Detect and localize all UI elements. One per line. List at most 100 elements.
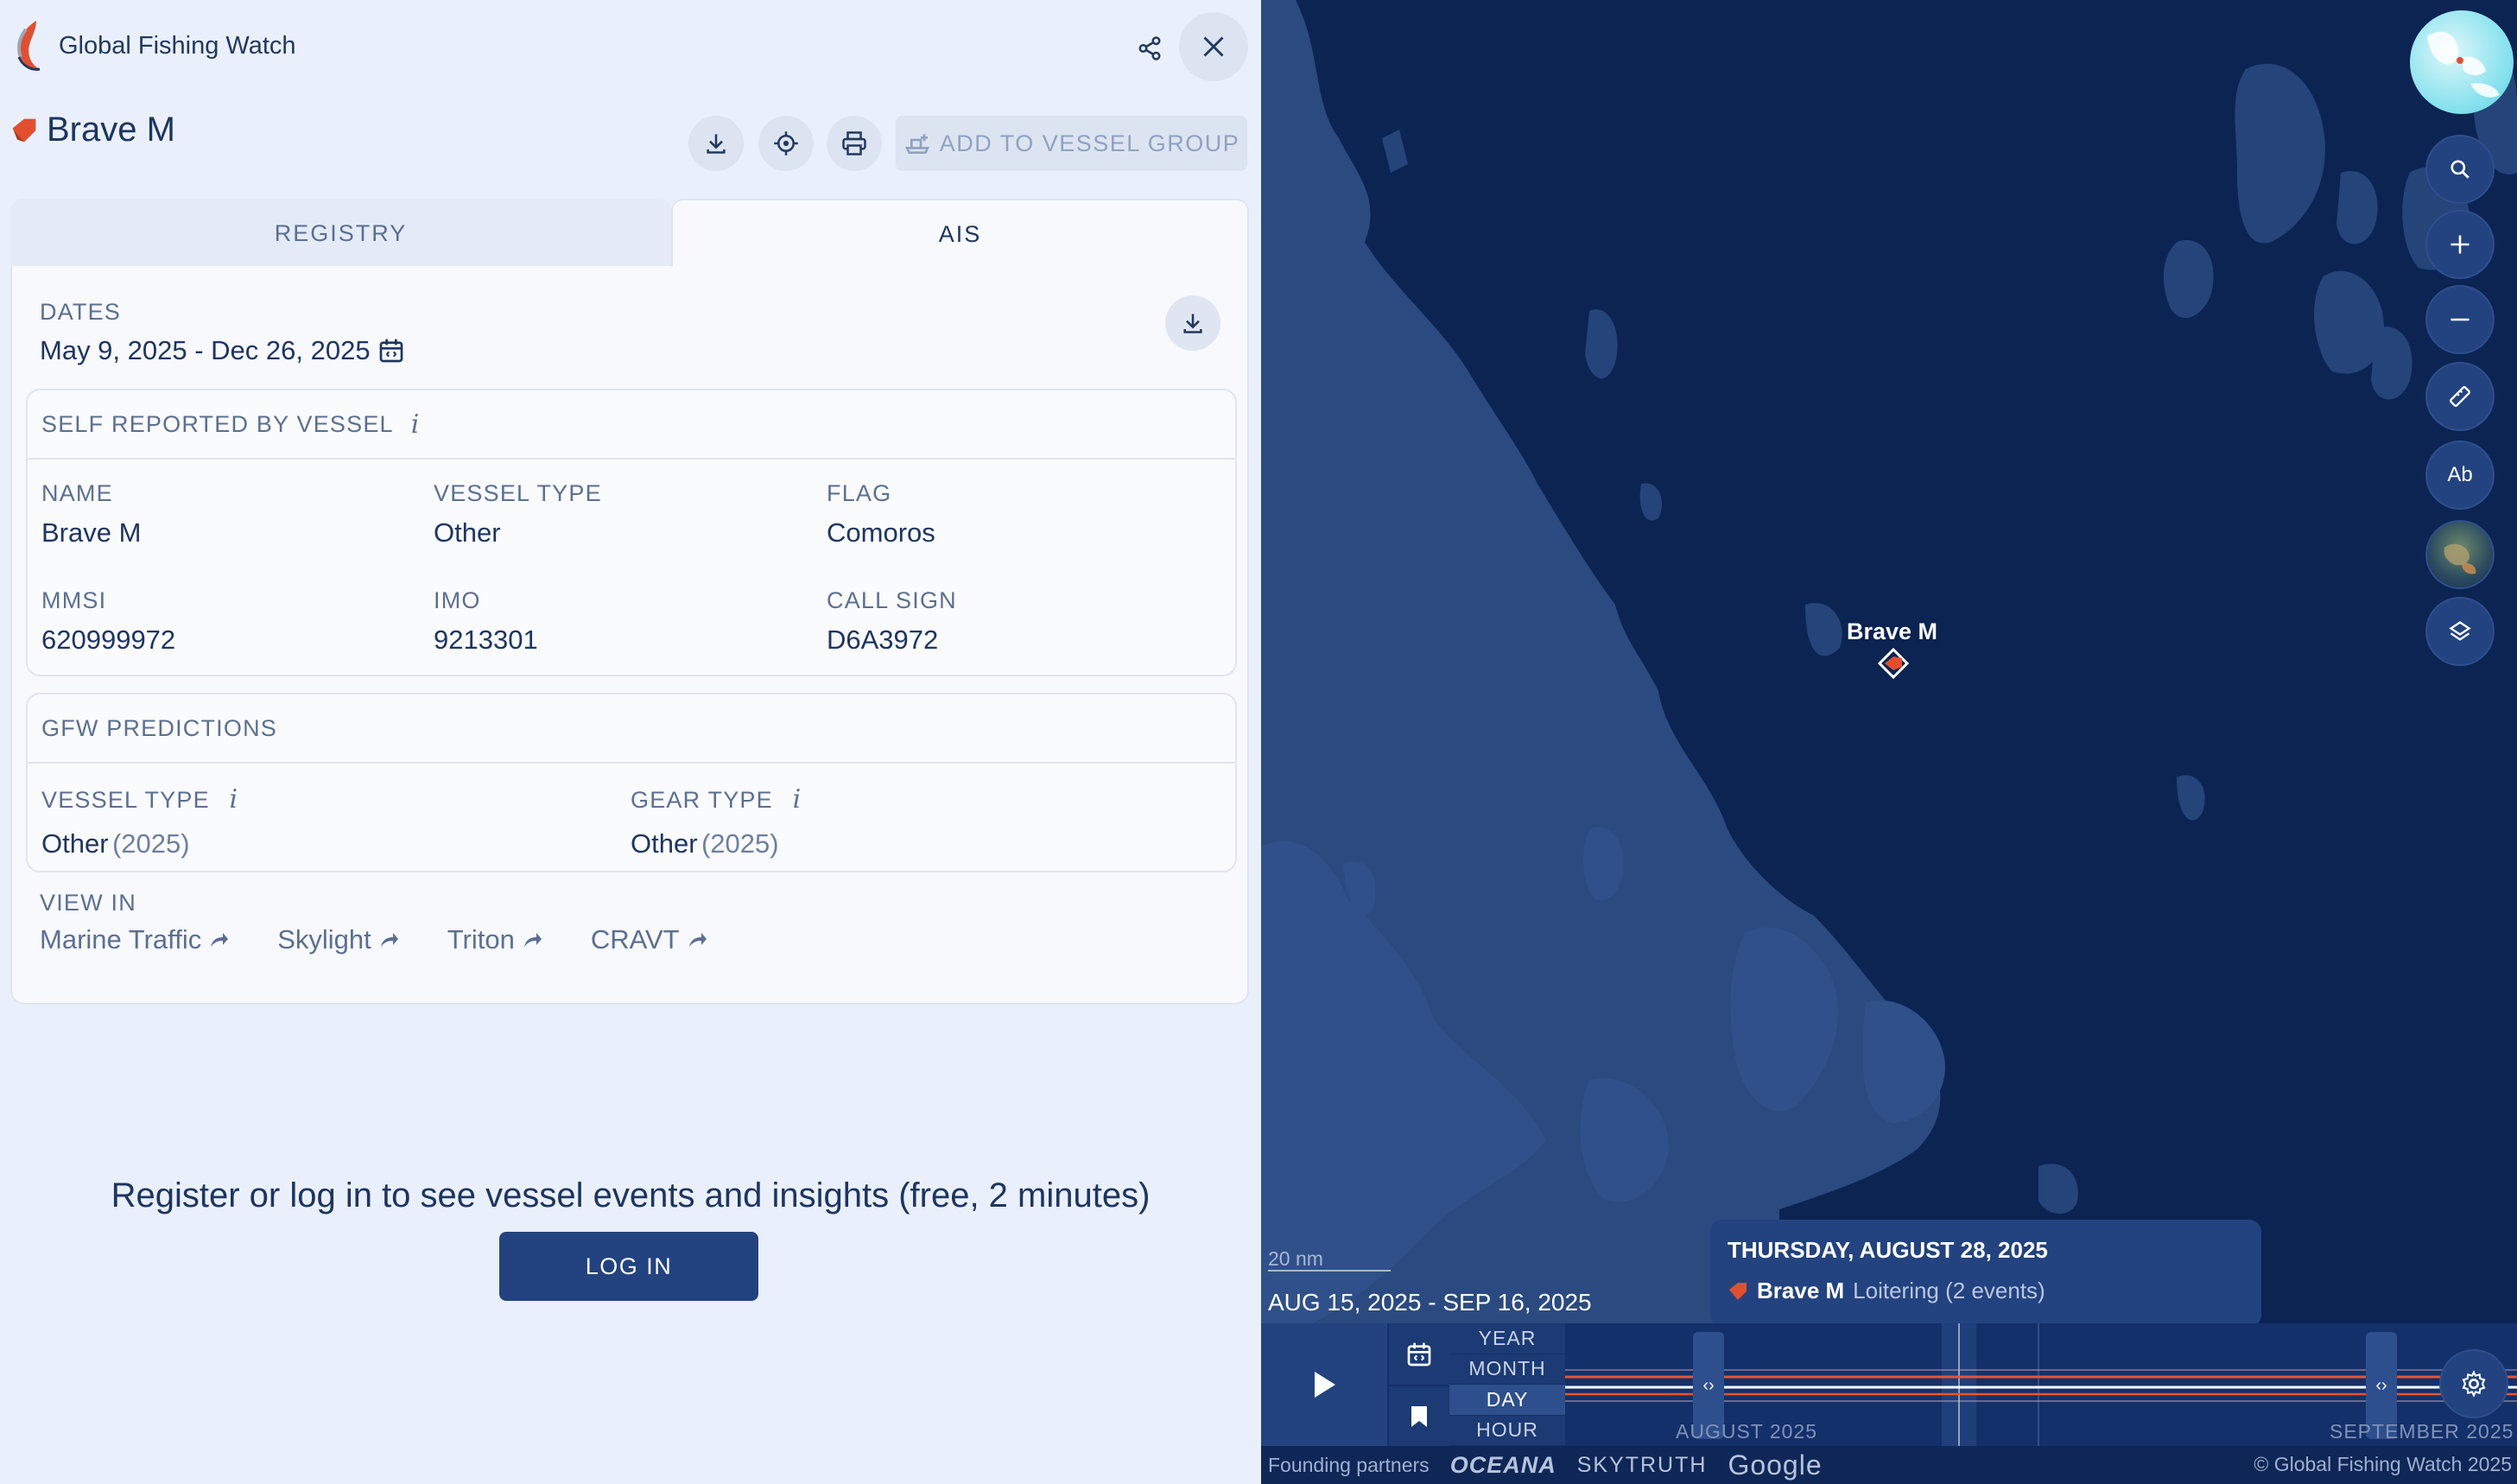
add-to-vessel-group-label: ADD TO VESSEL GROUP — [939, 130, 1240, 156]
interval-hour[interactable]: HOUR — [1449, 1415, 1565, 1446]
link-cravt[interactable]: CRAVT — [591, 924, 707, 955]
share-icon — [1138, 36, 1161, 60]
ruler-icon — [2450, 386, 2470, 407]
external-link-icon — [688, 933, 707, 947]
timebar-interval-selector: YEAR MONTH DAY HOUR — [1449, 1323, 1565, 1446]
map-date-range: AUG 15, 2025 - SEP 16, 2025 — [1268, 1289, 1592, 1316]
tooltip-date: THURSDAY, AUGUST 28, 2025 — [1728, 1237, 2048, 1263]
link-marine-traffic[interactable]: Marine Traffic — [40, 924, 229, 955]
vessel-title: Brave M — [10, 111, 175, 149]
globe-icon — [2427, 31, 2500, 98]
link-skylight[interactable]: Skylight — [277, 924, 399, 955]
gfw-logo-icon — [10, 17, 48, 74]
field-value: 9213301 — [434, 625, 538, 655]
info-icon[interactable]: i — [793, 784, 802, 815]
center-on-vessel-button[interactable] — [758, 116, 814, 171]
download-dates-button[interactable] — [1165, 295, 1220, 351]
zoom-in-button[interactable] — [2425, 210, 2495, 279]
link-triton[interactable]: Triton — [447, 924, 542, 955]
play-button[interactable] — [1261, 1323, 1387, 1446]
gear-icon — [2462, 1370, 2486, 1398]
link-text: Skylight — [277, 924, 371, 954]
annotation-button[interactable]: Ab — [2425, 441, 2495, 510]
zoom-out-button[interactable] — [2425, 285, 2495, 354]
field-label: FLAG — [827, 480, 892, 506]
prediction-gear-type: GEAR TYPE i Other (2025) — [631, 784, 802, 859]
field-value: Brave M — [41, 517, 142, 548]
ais-info-card: DATES May 9, 2025 - Dec 26, 2025 SELF RE… — [10, 266, 1249, 1005]
info-icon[interactable]: i — [411, 409, 420, 440]
timebar-settings-button[interactable] — [2439, 1349, 2508, 1418]
self-reported-section: SELF REPORTED BY VESSEL i NAME Brave M V… — [26, 389, 1237, 676]
interval-month[interactable]: MONTH — [1449, 1354, 1565, 1385]
field-value: D6A3972 — [827, 625, 939, 655]
link-text: Marine Traffic — [40, 924, 202, 954]
timebar-bookmark-button[interactable] — [1387, 1385, 1449, 1446]
info-icon[interactable]: i — [230, 784, 239, 815]
link-text: CRAVT — [590, 924, 680, 954]
printer-icon — [842, 131, 866, 155]
close-icon — [1203, 36, 1224, 57]
layers-button[interactable] — [2425, 597, 2495, 666]
external-link-icon — [380, 933, 398, 947]
tab-ais[interactable]: AIS — [671, 199, 1249, 268]
share-button[interactable] — [1125, 24, 1174, 73]
dates-range-text: May 9, 2025 - Dec 26, 2025 — [40, 335, 371, 365]
search-icon — [2450, 160, 2469, 179]
gfw-predictions-header: GFW PREDICTIONS — [28, 694, 1235, 764]
field-label: NAME — [41, 480, 113, 506]
field-label-text: VESSEL TYPE — [41, 787, 210, 813]
field-label: VESSEL TYPE i — [41, 784, 238, 815]
map-search-button[interactable] — [2425, 135, 2495, 204]
field-label: GEAR TYPE i — [631, 784, 802, 815]
basemap-button[interactable] — [2425, 520, 2495, 589]
zoom-in-icon — [2450, 235, 2469, 254]
field-call-sign: CALL SIGN D6A3972 — [827, 587, 957, 656]
flag-icon — [1729, 1282, 1747, 1300]
download-icon — [707, 134, 726, 154]
tooltip-event-text: Loitering (2 events) — [1853, 1278, 2045, 1303]
interval-year[interactable]: YEAR — [1449, 1323, 1565, 1354]
login-button[interactable]: LOG IN — [499, 1232, 758, 1301]
partner-google-logo[interactable]: Google — [1728, 1449, 1822, 1481]
link-text: Triton — [447, 924, 515, 954]
calendar-icon[interactable] — [377, 337, 405, 365]
field-year: (2025) — [111, 828, 190, 859]
partner-skytruth-logo[interactable]: SKYTRUTH — [1577, 1453, 1708, 1478]
bookmark-icon — [1411, 1405, 1427, 1427]
map-scale-bar — [1268, 1270, 1391, 1272]
minimap-globe[interactable] — [2410, 10, 2514, 114]
timebar: YEAR MONTH DAY HOUR ‹› ‹› AUGUST 2025 SE… — [1261, 1323, 2517, 1446]
dates-label: DATES — [40, 299, 122, 325]
download-track-button[interactable] — [688, 116, 744, 171]
timebar-track[interactable]: ‹› ‹› AUGUST 2025 SEPTEMBER 2025 — [1565, 1323, 2517, 1446]
field-value: Other — [41, 828, 109, 859]
vessel-panel: Global Fishing Watch Brave M ADD TO VESS… — [0, 0, 1261, 1484]
download-icon — [1183, 314, 1202, 333]
field-value: Other — [434, 517, 501, 548]
partner-oceana-logo[interactable]: OCEANA — [1450, 1452, 1556, 1479]
view-in-label: VIEW IN — [40, 890, 136, 916]
brand[interactable]: Global Fishing Watch — [10, 16, 296, 76]
timebar-calendar-button[interactable] — [1387, 1323, 1449, 1385]
print-button[interactable] — [827, 116, 882, 171]
field-year: (2025) — [701, 828, 779, 859]
ruler-button[interactable] — [2425, 362, 2495, 431]
zoom-out-icon — [2450, 318, 2469, 321]
self-reported-title: SELF REPORTED BY VESSEL — [41, 410, 394, 437]
flag-icon — [12, 118, 36, 142]
field-value: Other — [631, 828, 698, 859]
play-icon — [1315, 1372, 1335, 1398]
add-to-vessel-group-button[interactable]: ADD TO VESSEL GROUP — [896, 116, 1247, 171]
field-label: IMO — [434, 587, 481, 613]
vessel-marker[interactable] — [1876, 646, 1911, 685]
tab-registry[interactable]: REGISTRY — [10, 199, 671, 268]
footer: Founding partners OCEANA SKYTRUTH Google… — [1261, 1446, 2517, 1484]
field-value: 620999972 — [41, 625, 176, 655]
brand-name: Global Fishing Watch — [59, 31, 296, 60]
interval-day[interactable]: DAY — [1449, 1385, 1565, 1416]
tooltip-event-row: Brave M Loitering (2 events) — [1728, 1278, 2244, 1304]
map-vessel-label: Brave M — [1847, 618, 1938, 644]
close-panel-button[interactable] — [1179, 12, 1248, 81]
field-flag: FLAG Comoros — [827, 480, 935, 549]
